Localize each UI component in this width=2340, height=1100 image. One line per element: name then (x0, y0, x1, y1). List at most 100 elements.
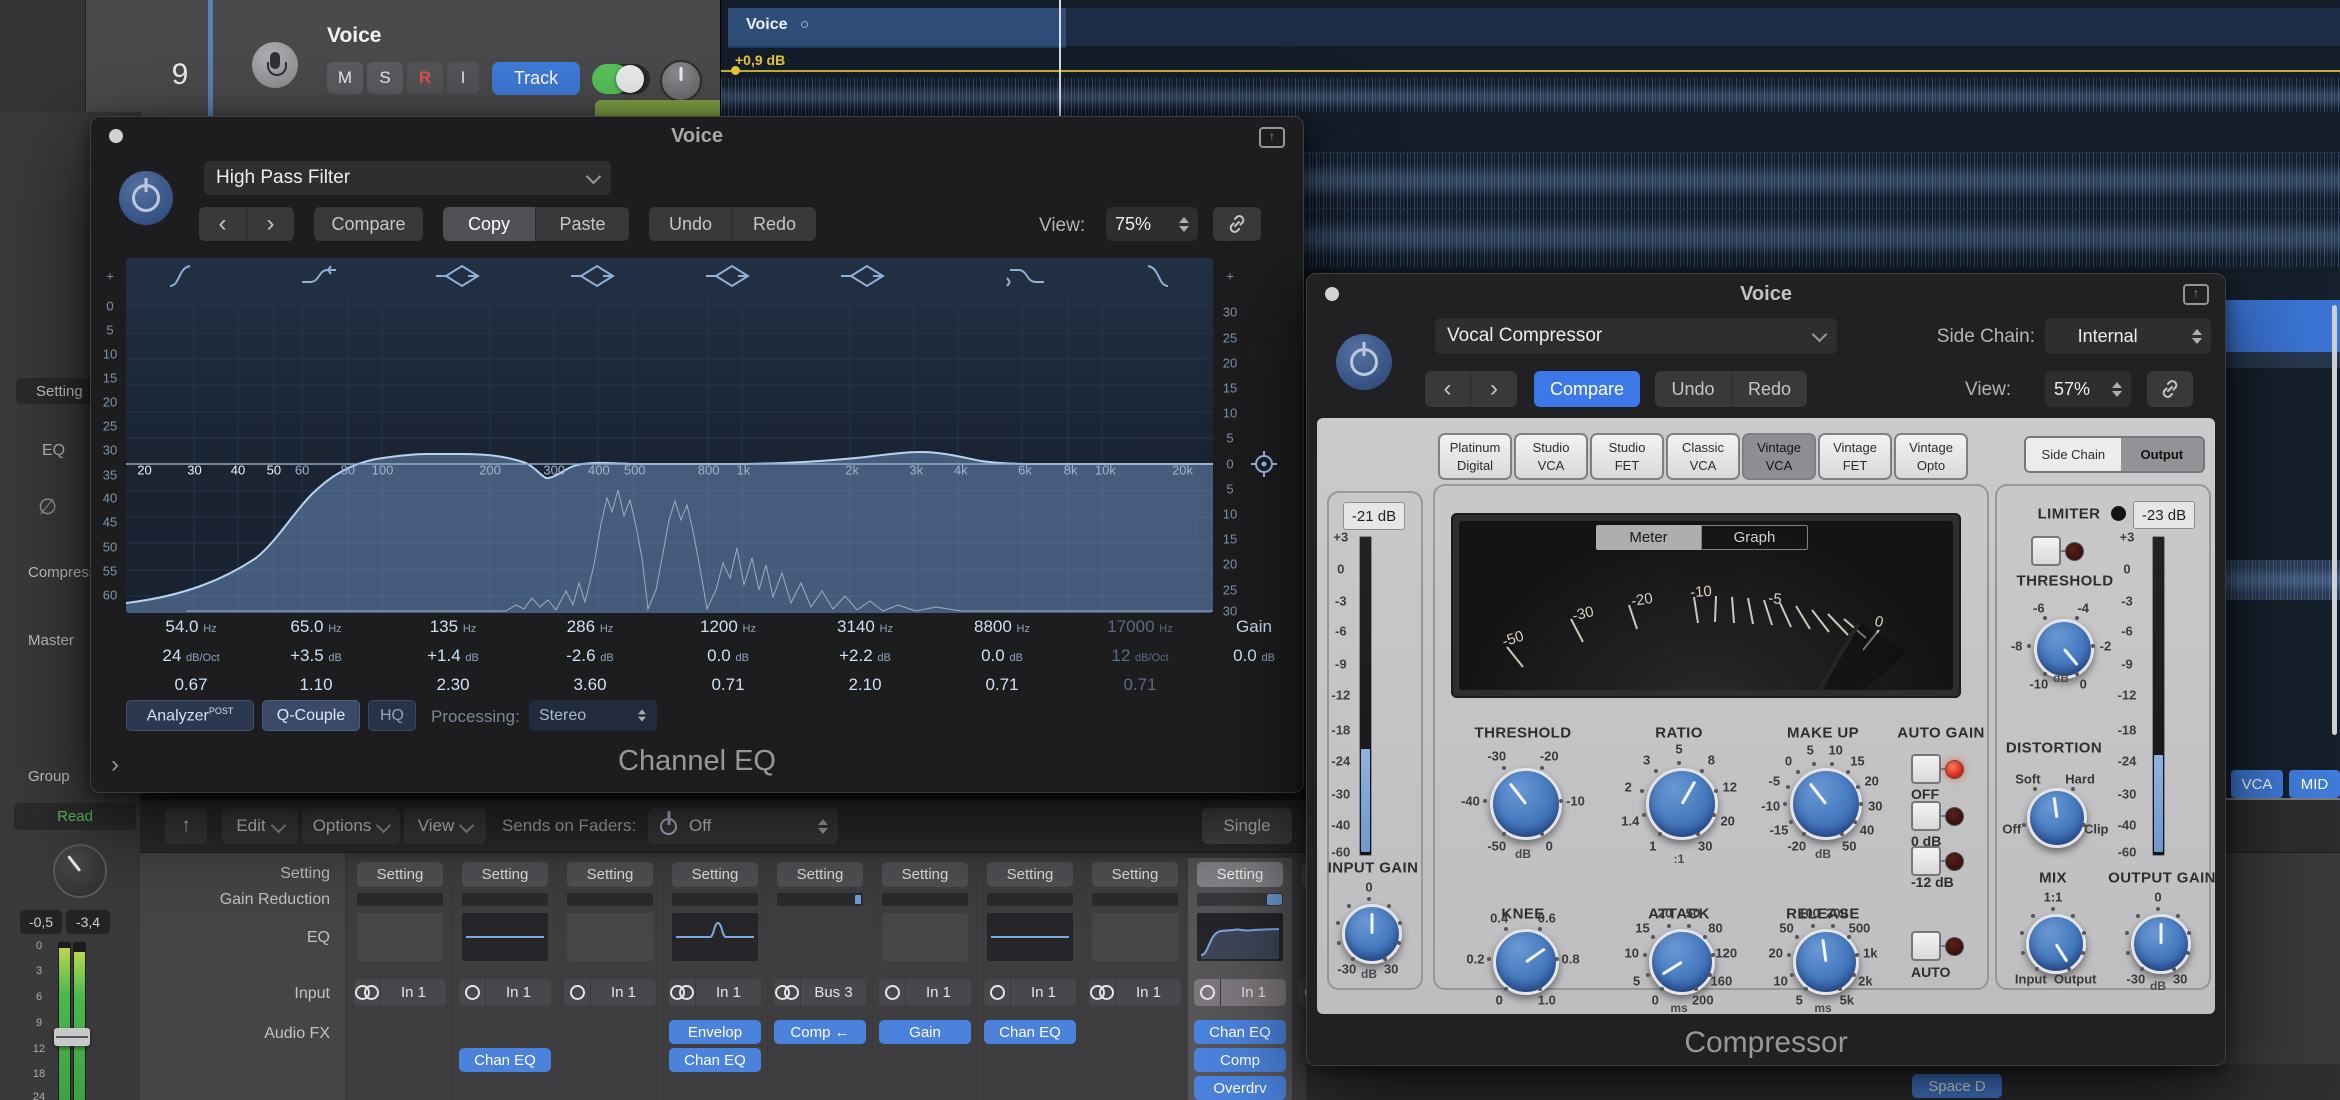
band-3[interactable]: 135 Hz +1.4 dB 2.30 (393, 617, 513, 695)
audio-fx-slot[interactable]: Chan EQ (459, 1048, 551, 1072)
mute-button[interactable]: M (327, 62, 363, 94)
inspector-eq-label[interactable]: EQ (42, 442, 65, 460)
gain-reduction-analyzer-icon[interactable] (1267, 894, 1282, 905)
distortion-dial[interactable]: OffSoftHardClip (1994, 755, 2114, 875)
waveform-lane[interactable] (721, 78, 2340, 116)
channel-setting-button[interactable]: Setting (777, 862, 863, 887)
volume-readout[interactable]: -0,5 (20, 910, 62, 934)
automation-mode-button[interactable]: Read (14, 803, 136, 830)
automation-node[interactable] (731, 66, 740, 75)
audio-fx-slot[interactable]: Envelop (669, 1020, 761, 1044)
open-separate-window-icon[interactable]: ↑ (1259, 127, 1285, 148)
audio-fx-slot[interactable]: Chan EQ (1194, 1020, 1286, 1044)
output-gain-knob[interactable] (2131, 914, 2191, 974)
channel-input[interactable]: In 1 (669, 979, 761, 1006)
eq-thumbnail[interactable] (882, 913, 968, 961)
band-4[interactable]: 286 Hz -2.6 dB 3.60 (530, 617, 650, 695)
selected-region-band[interactable] (2224, 300, 2340, 352)
band-5[interactable]: 1200 Hz 0.0 dB 0.71 (668, 617, 788, 695)
auto-gain-0db-button[interactable] (1911, 801, 1941, 831)
audio-fx-slot[interactable]: Chan EQ (669, 1048, 761, 1072)
knee-dial[interactable]: 00.20.40.60.81.0 (1453, 889, 1593, 1029)
paste-button[interactable]: Paste (536, 207, 629, 241)
audio-fx-slot[interactable]: Gain (879, 1020, 971, 1044)
channel-input[interactable]: In 1 (879, 979, 971, 1006)
channel-input[interactable]: Bus 3 (774, 979, 866, 1006)
channel-setting-button[interactable]: Setting (987, 862, 1073, 887)
db-scale-right[interactable]: +30252015105051015202530 (1215, 258, 1245, 613)
view-zoom-stepper[interactable]: 75% (1106, 207, 1198, 241)
inspector-group-slot[interactable]: Group (28, 768, 70, 785)
hq-button[interactable]: HQ (368, 700, 416, 731)
model-studio-vca[interactable]: StudioVCA (1514, 433, 1588, 480)
limiter-threshold-dial[interactable]: -10-8-6-4-20 (2001, 586, 2121, 706)
channel-input[interactable]: In 1 (1194, 979, 1286, 1006)
audio-fx-slot-space-designer[interactable]: Space D (1912, 1074, 2002, 1098)
processing-dropdown[interactable]: Stereo (529, 700, 657, 731)
limiter-on-button[interactable] (2031, 536, 2061, 566)
channel-setting-button[interactable]: Setting (567, 862, 653, 887)
undo-redo-buttons[interactable]: Undo Redo (649, 207, 816, 241)
channel-setting-button[interactable]: Setting (357, 862, 443, 887)
inspector-pan-knob[interactable] (53, 844, 107, 898)
eq-thumbnail[interactable] (357, 913, 443, 961)
channel-setting-button[interactable]: Setting (1092, 862, 1178, 887)
scrollbar[interactable] (2332, 305, 2337, 735)
preset-prev-next[interactable]: ‹ › (199, 207, 294, 241)
auto-gain-off-button[interactable] (1911, 754, 1941, 784)
master-gain-column[interactable]: Gain 0.0 dB (1209, 617, 1299, 666)
undo-redo-buttons[interactable]: Undo Redo (1655, 371, 1807, 407)
q-couple-button[interactable]: Q-Couple (262, 700, 360, 731)
compare-button[interactable]: Compare (314, 207, 423, 241)
track-on-toggle[interactable] (592, 64, 650, 94)
model-vintage-opto[interactable]: VintageOpto (1894, 433, 1968, 480)
model-platinum-digital[interactable]: PlatinumDigital (1438, 433, 1512, 480)
audio-fx-slot[interactable]: Comp ← (774, 1020, 866, 1044)
channel-setting-button[interactable]: Setting (462, 862, 548, 887)
peak-readout[interactable]: -3,4 (66, 910, 110, 934)
redo-button[interactable]: Redo (1732, 371, 1807, 407)
mix-dial[interactable]: Input1:1Output (1993, 881, 2113, 1001)
eq-thumbnail[interactable] (987, 913, 1073, 961)
band-8-disabled[interactable]: 17000 Hz 12 dB/Oct 0.71 (1080, 617, 1200, 695)
options-menu[interactable]: Options (302, 808, 400, 844)
track-mode-button[interactable]: Track (492, 62, 580, 95)
side-chain-selector[interactable]: Internal (2045, 318, 2211, 354)
audio-fx-slot[interactable]: Comp (1194, 1048, 1286, 1072)
inspector-master-slot[interactable]: Master (28, 632, 74, 649)
copy-button[interactable]: Copy (443, 207, 535, 241)
power-icon[interactable] (660, 818, 677, 835)
model-studio-fet[interactable]: StudioFET (1590, 433, 1664, 480)
channel-setting-button[interactable]: Setting (672, 862, 758, 887)
gain-target-handle[interactable] (1251, 451, 1277, 477)
channel-setting-button[interactable]: Setting (1197, 862, 1283, 887)
track-name[interactable]: Voice (327, 24, 381, 48)
waveform-row-2[interactable] (1302, 208, 2340, 267)
eq-graph[interactable]: 2030405060801002003004005008001k2k3k4k6k… (126, 258, 1213, 613)
track-name-button-mid[interactable]: MID (2289, 770, 2340, 798)
track-pan-knob[interactable] (660, 60, 702, 102)
channel-input[interactable]: In 1 (459, 979, 551, 1006)
volume-fader-cap[interactable] (54, 1028, 90, 1046)
prev-preset-button[interactable]: ‹ (1425, 371, 1470, 407)
link-button[interactable] (2147, 371, 2193, 407)
toggle-side-chain[interactable]: Side Chain (2026, 438, 2121, 471)
next-preset-button[interactable]: › (1471, 371, 1517, 407)
input-gain-knob[interactable] (1342, 904, 1402, 964)
automation-line[interactable] (721, 70, 2340, 72)
ratio-knob[interactable] (1646, 768, 1718, 840)
next-preset-button[interactable]: › (247, 207, 294, 241)
input-monitor-button[interactable]: I (447, 62, 479, 94)
band-7[interactable]: 8800 Hz 0.0 dB 0.71 (942, 617, 1062, 695)
preset-prev-next[interactable]: ‹ › (1425, 371, 1517, 407)
analyzer-button[interactable]: AnalyzerPOST (126, 700, 254, 731)
undo-button[interactable]: Undo (1655, 371, 1731, 407)
move-up-button[interactable]: ↑ (165, 808, 207, 844)
eq-thumbnail[interactable] (567, 913, 653, 961)
makeup-knob[interactable] (1790, 768, 1862, 840)
channel-input[interactable]: In 1 (984, 979, 1076, 1006)
sidechain-output-toggle[interactable]: Side Chain Output (2024, 436, 2205, 473)
eq-thumbnail[interactable] (672, 913, 758, 961)
copy-paste-buttons[interactable]: Copy Paste (443, 207, 629, 241)
view-zoom-stepper[interactable]: 57% (2045, 371, 2131, 407)
